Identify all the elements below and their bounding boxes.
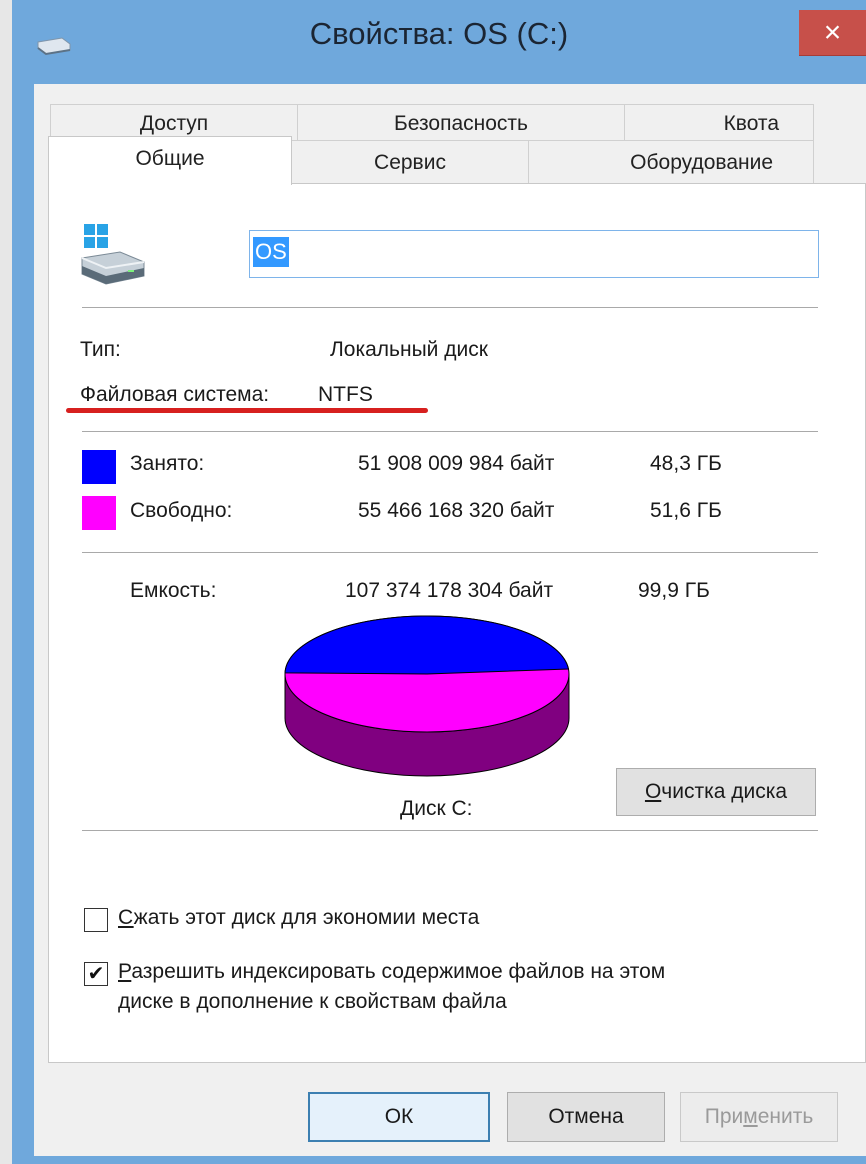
index-label-line2: диске в дополнение к свойствам файла [118, 990, 507, 1013]
pie-slice-used [284, 615, 570, 675]
disk-label: Диск C: [400, 797, 473, 820]
used-color-swatch [82, 450, 116, 484]
capacity-bytes: 107 374 178 304 байт [345, 579, 554, 602]
used-bytes: 51 908 009 984 байт [358, 452, 555, 475]
filesystem-value: NTFS [318, 383, 373, 406]
index-checkbox[interactable]: ✔ [84, 962, 108, 986]
capacity-size: 99,9 ГБ [638, 579, 710, 602]
window-title: Свойства: OS (C:) [309, 16, 569, 51]
tab-service[interactable]: Сервис [291, 140, 529, 184]
used-label: Занято: [130, 452, 205, 475]
divider [82, 307, 818, 308]
cancel-button[interactable]: Отмена [507, 1092, 665, 1142]
divider [82, 830, 818, 831]
used-size: 48,3 ГБ [650, 452, 722, 475]
compress-checkbox[interactable] [84, 908, 108, 932]
ok-button[interactable]: ОК [308, 1092, 490, 1142]
filesystem-label: Файловая система: [80, 383, 270, 406]
tab-quota[interactable]: Квота [624, 104, 814, 142]
type-value: Локальный диск [330, 338, 488, 361]
index-label[interactable]: Разрешить индексировать содержимое файло… [118, 960, 665, 984]
drive-name-value: OS [253, 237, 289, 267]
divider [82, 552, 818, 553]
free-bytes: 55 466 168 320 байт [358, 499, 555, 522]
capacity-label: Емкость: [130, 579, 217, 602]
windows-drive-icon [81, 224, 145, 285]
red-underline-annotation [66, 408, 428, 413]
divider [82, 431, 818, 432]
disk-cleanup-button[interactable]: Очистка диска [616, 768, 816, 816]
checkmark-icon: ✔ [87, 963, 105, 985]
type-label: Тип: [80, 338, 121, 361]
free-color-swatch [82, 496, 116, 530]
free-size: 51,6 ГБ [650, 499, 722, 522]
compress-label[interactable]: Сжать этот диск для экономии места [118, 906, 479, 930]
tab-general[interactable]: Общие [48, 136, 292, 185]
close-button[interactable]: × [799, 10, 866, 56]
disk-usage-pie [284, 615, 570, 777]
tab-security[interactable]: Безопасность [297, 104, 625, 142]
free-label: Свободно: [130, 499, 233, 522]
apply-button[interactable]: Применить [680, 1092, 838, 1142]
drive-name-input[interactable] [249, 230, 819, 278]
tab-hardware[interactable]: Оборудование [528, 140, 814, 184]
